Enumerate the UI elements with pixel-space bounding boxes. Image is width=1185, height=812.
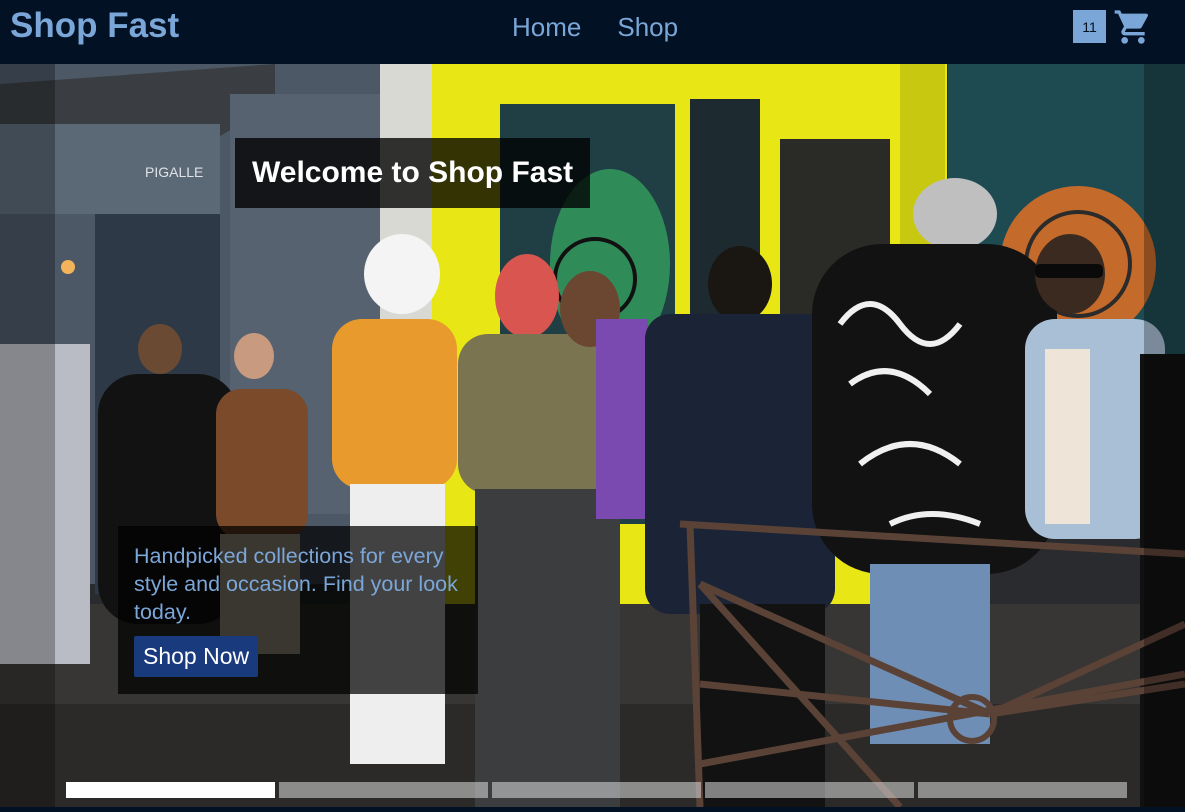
promo-panel: Handpicked collections for every style a… (118, 526, 478, 694)
carousel-indicator-4[interactable] (705, 782, 914, 798)
hero-background-photo: PIGALLE (0, 64, 1185, 807)
left-shade (0, 64, 55, 807)
storefront-sign: PIGALLE (145, 164, 203, 180)
carousel-indicator-3[interactable] (492, 782, 701, 798)
main-nav: Home Shop (512, 12, 678, 43)
shopping-cart-icon[interactable] (1112, 7, 1154, 47)
carousel-indicator-2[interactable] (279, 782, 488, 798)
bottom-bar (0, 807, 1185, 812)
welcome-heading: Welcome to Shop Fast (252, 156, 574, 189)
welcome-banner: Welcome to Shop Fast (235, 138, 591, 208)
carousel-indicator-1[interactable] (66, 782, 275, 798)
nav-link-home[interactable]: Home (512, 12, 581, 43)
nav-link-shop[interactable]: Shop (617, 12, 678, 43)
carousel-indicators (66, 782, 1127, 798)
hero-carousel: PIGALLE Welcome to Shop Fast Handpicked … (0, 64, 1185, 807)
promo-tagline: Handpicked collections for every style a… (134, 544, 458, 624)
brand-logo[interactable]: Shop Fast (10, 6, 179, 46)
cart-count-badge: 11 (1073, 10, 1106, 43)
right-shade (1144, 64, 1185, 807)
top-navbar: Shop Fast Home Shop 11 (0, 0, 1185, 64)
carousel-indicator-5[interactable] (918, 782, 1127, 798)
shop-now-button[interactable]: Shop Now (134, 636, 259, 677)
